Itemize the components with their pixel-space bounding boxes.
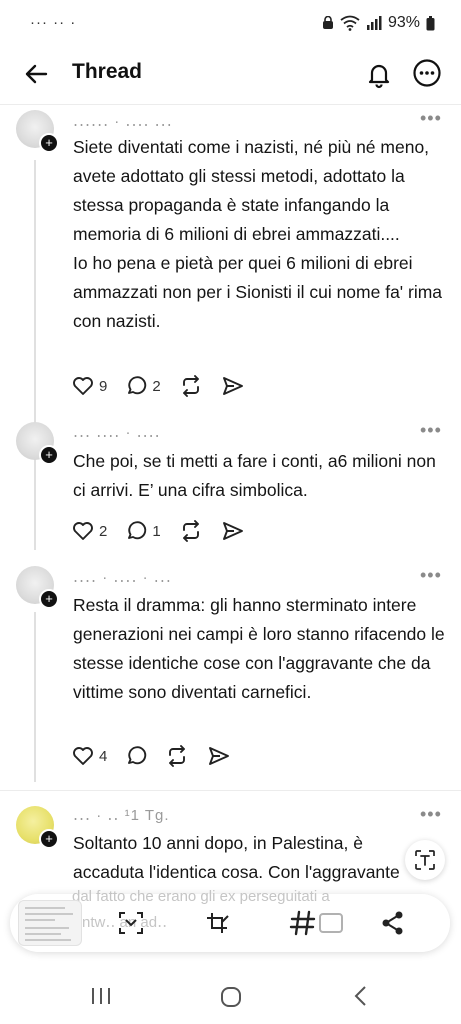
heart-icon xyxy=(73,377,93,395)
scan-icon[interactable] xyxy=(116,908,146,938)
follow-plus-icon[interactable]: + xyxy=(39,133,59,153)
signal-icon xyxy=(366,16,382,30)
status-right: 93% xyxy=(322,14,435,32)
post-actions: 2 1 xyxy=(72,518,263,544)
share-icon xyxy=(209,747,230,765)
reply-button[interactable]: 2 xyxy=(125,375,161,397)
avatar[interactable]: + xyxy=(16,110,59,153)
edit-crop-icon[interactable] xyxy=(202,908,232,938)
post-author[interactable]: ․․․․․․ · ․․․․ ․․․ xyxy=(73,112,173,130)
reply-button[interactable] xyxy=(125,745,147,767)
repost-button[interactable] xyxy=(179,520,203,542)
share-button[interactable] xyxy=(207,745,231,767)
repost-icon xyxy=(182,520,199,542)
post-text: Che poi, se ti metti a fare i conti, a6 … xyxy=(73,451,441,500)
image-thumbnail[interactable] xyxy=(18,900,82,946)
reply-count: 1 xyxy=(152,522,161,540)
like-button[interactable]: 4 xyxy=(72,746,107,766)
status-bar: ··· ·· · 93% xyxy=(0,0,461,48)
heart-icon xyxy=(73,747,93,765)
comment-icon xyxy=(128,746,147,765)
share-icon[interactable] xyxy=(378,908,408,938)
post-author[interactable]: ․․․․ · ․․․․ · ․․․ xyxy=(73,568,172,586)
repost-button[interactable] xyxy=(179,375,203,397)
battery-icon xyxy=(426,15,435,30)
post-author[interactable]: ․․․ ․․․․ · ․․․․ xyxy=(73,423,161,441)
follow-plus-icon[interactable]: + xyxy=(39,445,59,465)
nav-back-icon[interactable] xyxy=(352,985,370,1007)
avatar[interactable]: + xyxy=(16,422,59,465)
translate-icon xyxy=(415,850,435,870)
system-nav-bar xyxy=(0,968,461,1024)
thread-connector xyxy=(34,160,36,550)
reply-button[interactable]: 1 xyxy=(125,520,161,542)
post-actions: 4 xyxy=(72,743,249,769)
wifi-icon xyxy=(340,15,360,31)
post-more-icon[interactable]: ••• xyxy=(420,108,442,129)
share-icon xyxy=(222,522,243,540)
arrow-left-icon[interactable] xyxy=(22,60,50,88)
thread-header: Thread xyxy=(0,48,461,100)
gif-icon[interactable] xyxy=(316,908,346,938)
repost-icon xyxy=(182,375,199,397)
post-text: Soltanto 10 anni dopo, in Palestina, è a… xyxy=(73,833,400,882)
page-title: Thread xyxy=(72,60,143,83)
post-author[interactable]: ․․․ · ․․ ¹1 Tg. xyxy=(73,806,170,824)
follow-plus-icon[interactable]: + xyxy=(39,829,59,849)
post-divider xyxy=(0,790,461,791)
more-options-icon[interactable] xyxy=(412,58,442,88)
follow-plus-icon[interactable]: + xyxy=(39,589,59,609)
like-count: 4 xyxy=(99,747,108,765)
comment-icon xyxy=(128,521,147,540)
like-button[interactable]: 2 xyxy=(72,521,107,541)
like-button[interactable]: 9 xyxy=(72,376,107,396)
avatar[interactable]: + xyxy=(16,806,59,849)
thread-connector xyxy=(34,612,36,782)
post-more-icon[interactable]: ••• xyxy=(420,565,442,586)
battery-percent: 93% xyxy=(387,14,420,31)
status-left-text: ··· ·· · xyxy=(30,14,77,31)
bell-icon[interactable] xyxy=(364,59,394,89)
post-more-icon[interactable]: ••• xyxy=(420,804,442,825)
post-text: Siete diventati come i nazisti, né più n… xyxy=(73,137,443,331)
post-actions: 9 2 xyxy=(72,373,263,399)
repost-icon xyxy=(169,745,186,767)
hashtag-icon[interactable] xyxy=(288,908,318,938)
comment-icon xyxy=(128,376,147,395)
reply-composer[interactable]: dal fatto che erano gli ex perseguitati … xyxy=(10,888,450,952)
share-button[interactable] xyxy=(221,520,245,542)
like-count: 2 xyxy=(99,522,108,540)
share-icon xyxy=(222,377,243,395)
post-more-icon[interactable]: ••• xyxy=(420,420,442,441)
share-button[interactable] xyxy=(221,375,245,397)
home-icon[interactable] xyxy=(220,986,242,1008)
lock-icon xyxy=(322,16,333,29)
translate-button[interactable] xyxy=(405,840,445,880)
post-text: Resta il dramma: gli hanno sterminato in… xyxy=(73,595,450,702)
repost-button[interactable] xyxy=(165,745,189,767)
header-divider xyxy=(0,104,461,105)
avatar[interactable]: + xyxy=(16,566,59,609)
heart-icon xyxy=(73,522,93,540)
reply-count: 2 xyxy=(152,377,161,395)
recent-apps-icon[interactable] xyxy=(90,986,112,1006)
like-count: 9 xyxy=(99,377,108,395)
